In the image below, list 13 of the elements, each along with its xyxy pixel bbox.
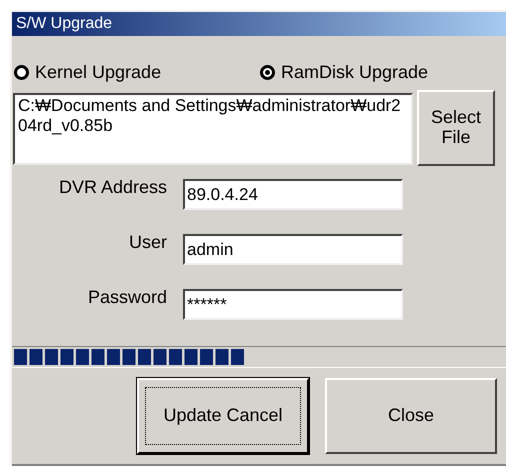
window-title: S/W Upgrade — [16, 15, 112, 33]
radio-option[interactable]: Kernel Upgrade — [14, 62, 260, 82]
dialog-button[interactable]: Update Cancel — [137, 378, 309, 454]
input-field[interactable]: ****** — [183, 289, 403, 320]
dialog-button[interactable]: Close — [325, 378, 497, 454]
select-file-button[interactable]: Select File — [417, 90, 495, 166]
file-path-field[interactable]: C:₩Documents and Settings₩administrator₩udr204rd_v0.85b — [13, 93, 413, 165]
field-label: DVR Address — [58, 177, 167, 198]
field-label: User — [128, 232, 167, 253]
input-field[interactable]: admin — [183, 234, 403, 265]
input-field[interactable]: 89.0.4.24 — [183, 179, 403, 210]
radio-option[interactable]: RamDisk Upgrade — [260, 62, 506, 82]
field-label: Password — [88, 287, 167, 308]
